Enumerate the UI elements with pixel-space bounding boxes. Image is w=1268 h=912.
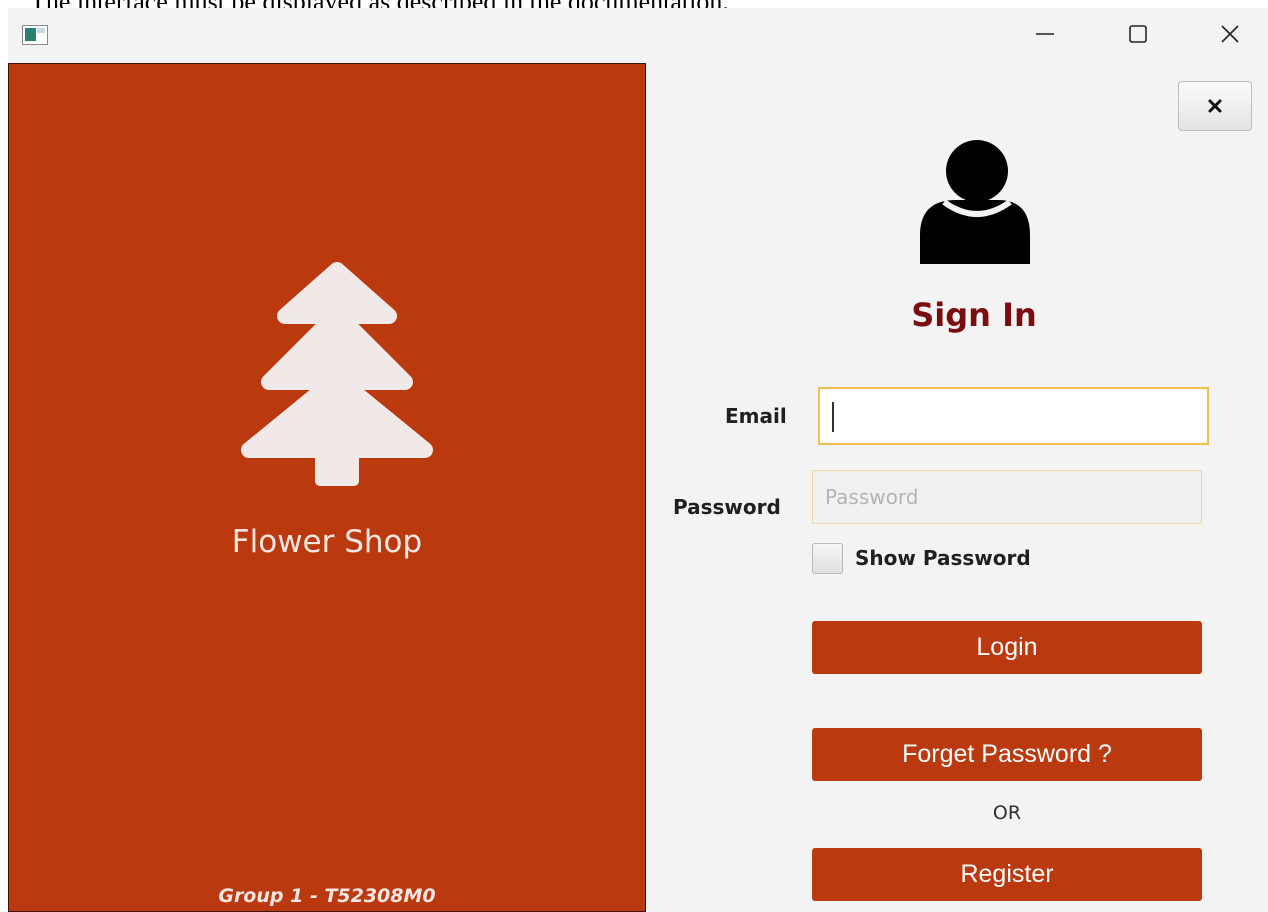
pine-tree-icon — [237, 256, 437, 496]
email-label: Email — [725, 404, 787, 428]
close-icon — [1221, 25, 1239, 43]
user-icon — [918, 138, 1030, 264]
or-separator: OR — [992, 802, 1022, 824]
shop-name: Flower Shop — [231, 524, 423, 560]
forget-password-button[interactable]: Forget Password ? — [812, 728, 1202, 781]
show-password-checkbox[interactable] — [812, 543, 843, 574]
app-window-icon — [22, 25, 48, 45]
password-field[interactable] — [812, 470, 1202, 524]
minimize-icon — [1036, 33, 1054, 35]
dismiss-button[interactable] — [1178, 81, 1252, 131]
minimize-button[interactable] — [1013, 8, 1077, 60]
group-label: Group 1 - T52308M0 — [218, 885, 436, 907]
email-field[interactable] — [818, 387, 1209, 445]
register-button[interactable]: Register — [812, 848, 1202, 901]
maximize-icon — [1129, 25, 1147, 43]
signin-title: Sign In — [911, 296, 1037, 334]
app-window: Flower Shop Group 1 - T52308M0 Sign In E… — [8, 8, 1268, 912]
login-button[interactable]: Login — [812, 621, 1202, 674]
password-label: Password — [673, 495, 781, 519]
text-caret — [832, 402, 834, 432]
show-password-label[interactable]: Show Password — [855, 546, 1031, 570]
title-bar — [8, 8, 1268, 64]
brand-panel: Flower Shop Group 1 - T52308M0 — [8, 63, 646, 912]
maximize-button[interactable] — [1106, 8, 1170, 60]
window-close-button[interactable] — [1198, 8, 1262, 60]
close-icon — [1208, 99, 1222, 113]
